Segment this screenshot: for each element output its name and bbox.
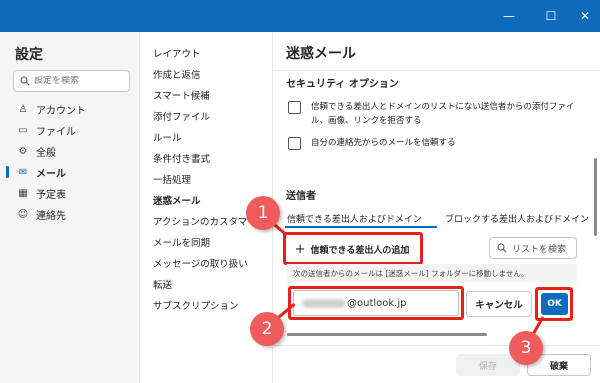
tab-label: 信頼できる差出人およびドメイン xyxy=(287,215,422,225)
save-button[interactable]: 保存 xyxy=(456,354,520,376)
mail-icon: ✉ xyxy=(18,166,28,178)
minimize-button[interactable]: — xyxy=(488,0,530,32)
nav-item-label: メール xyxy=(36,168,66,180)
redacted-text xyxy=(302,298,346,308)
horizontal-scrollbar[interactable] xyxy=(287,333,487,336)
nav-item-contacts[interactable]: ☺ 連絡先 xyxy=(0,204,139,224)
menu-item-forwarding[interactable]: 転送 xyxy=(153,275,272,293)
option-label: 信頼できる差出人とドメインのリストにない送信者からの添付ファイル、画像、リンクを… xyxy=(311,102,575,126)
contacts-icon: ☺ xyxy=(17,208,29,220)
settings-sidebar: 設定 ♙ アカウント ▭ ファイル ⚙ 全般 ✉ メール ▦ 予定表 ☺ 連絡先 xyxy=(0,32,140,383)
nav-item-label: ファイル xyxy=(36,126,76,138)
checkbox[interactable] xyxy=(288,137,301,150)
menu-item-attachments[interactable]: 添付ファイル xyxy=(153,107,272,125)
menu-item-smart[interactable]: スマート候補 xyxy=(153,86,272,104)
option-block-attachments[interactable]: 信頼できる差出人とドメインのリストにない送信者からの添付ファイル、画像、リンクを… xyxy=(288,100,578,128)
nav-item-calendar[interactable]: ▦ 予定表 xyxy=(0,183,139,203)
menu-item-subscriptions[interactable]: サブスクリプション xyxy=(153,296,272,314)
vertical-scrollbar[interactable] xyxy=(594,158,597,236)
add-button-label: 信頼できる差出人の追加 xyxy=(310,245,410,256)
step-badge-3: 3 xyxy=(509,331,543,365)
close-icon: ✕ xyxy=(579,9,591,23)
settings-search-input[interactable] xyxy=(34,76,122,86)
nav-item-label: 全般 xyxy=(36,147,56,159)
minimize-icon: — xyxy=(503,9,515,23)
menu-item-sync[interactable]: メールを同期 xyxy=(153,233,272,251)
menu-item-bulk[interactable]: 一括処理 xyxy=(153,170,272,188)
nav-item-account[interactable]: ♙ アカウント xyxy=(0,99,139,119)
nav-item-mail[interactable]: ✉ メール xyxy=(0,162,139,182)
page-title: 迷惑メール xyxy=(286,46,356,62)
tab-blocked-senders[interactable]: ブロックする差出人およびドメイン xyxy=(445,212,589,225)
info-message: 次の送信者からのメールは [迷惑メール] フォルダーに移動しません。 xyxy=(287,264,577,282)
menu-item-layout[interactable]: レイアウト xyxy=(153,44,272,62)
tab-label: ブロックする差出人およびドメイン xyxy=(445,215,590,225)
menu-item-handling[interactable]: メッセージの取り扱い xyxy=(153,254,272,272)
nav-item-general[interactable]: ⚙ 全般 xyxy=(0,141,139,161)
email-value: @outlook.jp xyxy=(347,297,407,309)
active-indicator xyxy=(6,166,9,178)
step-badge-1: 1 xyxy=(246,196,280,230)
step-badge-2: 2 xyxy=(250,312,284,346)
cancel-button[interactable]: キャンセル xyxy=(466,291,532,317)
list-search[interactable]: リストを検索 xyxy=(489,237,577,259)
gear-icon: ⚙ xyxy=(18,145,28,157)
person-icon: ♙ xyxy=(18,103,28,115)
tab-trusted-senders[interactable]: 信頼できる差出人およびドメイン xyxy=(285,212,437,228)
search-icon xyxy=(20,76,30,86)
security-section-title: セキュリティ オプション xyxy=(286,79,399,90)
senders-section-title: 送信者 xyxy=(286,191,316,202)
divider xyxy=(273,345,600,346)
calendar-icon: ▦ xyxy=(18,187,28,199)
checkbox[interactable] xyxy=(288,101,301,114)
menu-item-compose[interactable]: 作成と返信 xyxy=(153,65,272,83)
title-bar: — ☐ ✕ xyxy=(0,0,600,32)
junk-mail-panel: 迷惑メール セキュリティ オプション 信頼できる差出人とドメインのリストにない送… xyxy=(273,32,600,383)
settings-search[interactable] xyxy=(13,70,130,92)
nav-item-label: 連絡先 xyxy=(36,210,66,222)
nav-item-files[interactable]: ▭ ファイル xyxy=(0,120,139,140)
nav-item-label: 予定表 xyxy=(36,189,66,201)
add-trusted-sender-button[interactable]: + 信頼できる差出人の追加 xyxy=(287,237,417,261)
maximize-icon: ☐ xyxy=(545,9,557,23)
option-trust-contacts[interactable]: 自分の連絡先からのメールを信頼する xyxy=(288,136,578,150)
add-icon: + xyxy=(294,241,306,257)
settings-title: 設定 xyxy=(15,47,43,63)
ok-button[interactable]: OK xyxy=(541,293,568,315)
option-label: 自分の連絡先からのメールを信頼する xyxy=(311,138,456,148)
list-search-placeholder: リストを検索 xyxy=(512,244,567,255)
email-field[interactable]: @outlook.jp xyxy=(293,290,459,316)
folder-icon: ▭ xyxy=(18,124,28,136)
divider xyxy=(273,70,600,71)
search-icon xyxy=(497,243,507,253)
close-button[interactable]: ✕ xyxy=(564,0,600,32)
menu-item-conditional-format[interactable]: 条件付き書式 xyxy=(153,149,272,167)
nav-item-label: アカウント xyxy=(36,105,86,117)
menu-item-rules[interactable]: ルール xyxy=(153,128,272,146)
tab-underline xyxy=(285,226,437,228)
